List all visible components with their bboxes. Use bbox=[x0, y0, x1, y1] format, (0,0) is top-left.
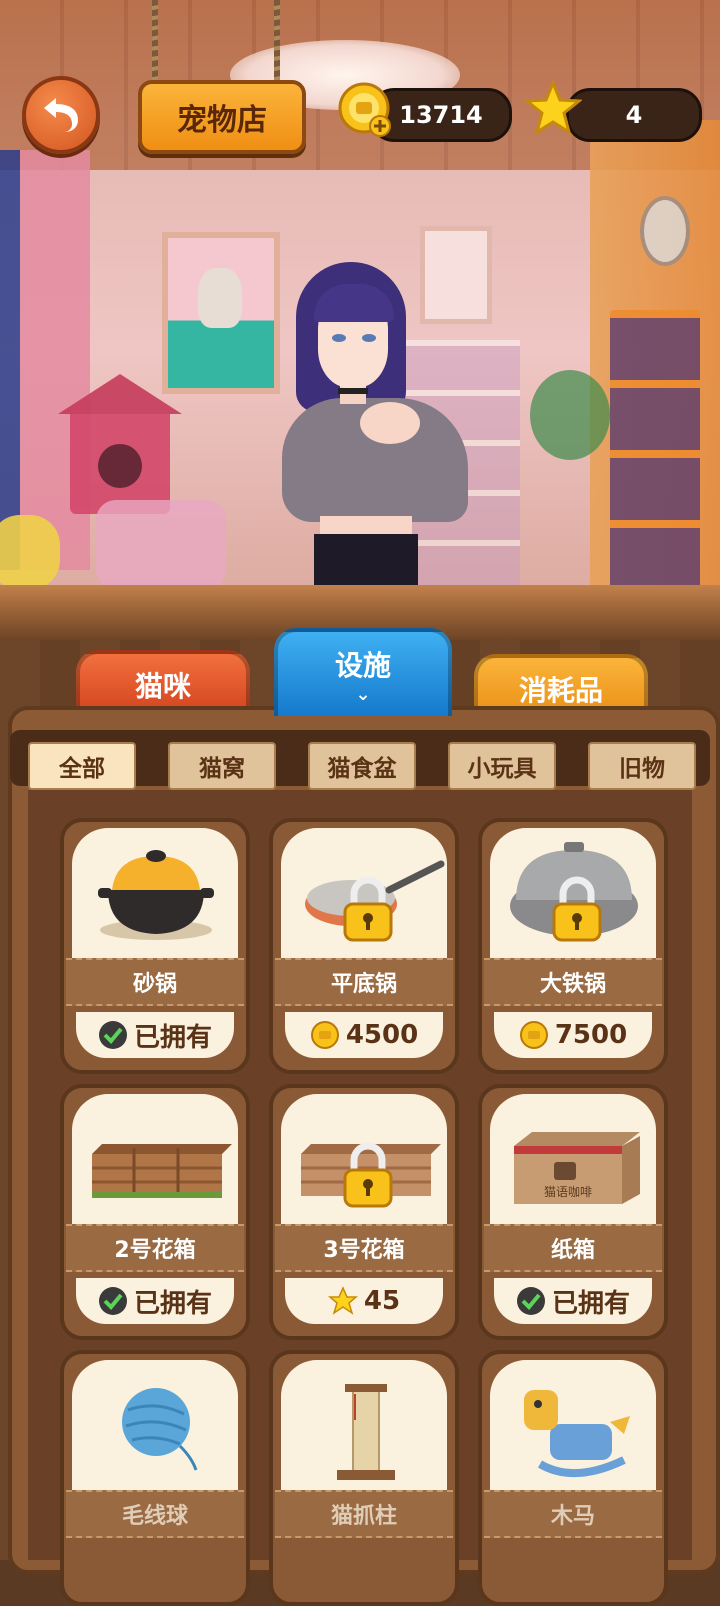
star-balance: 4 bbox=[566, 88, 702, 142]
coin-icon bbox=[310, 1021, 339, 1049]
item-card[interactable]: 大铁锅 7500 bbox=[478, 818, 668, 1074]
item-name: 纸箱 bbox=[484, 1224, 662, 1272]
item-name: 大铁锅 bbox=[484, 958, 662, 1006]
page-title: 宠物店 bbox=[138, 80, 306, 154]
wall-clock bbox=[640, 196, 690, 266]
back-button[interactable] bbox=[22, 76, 100, 154]
coin-icon bbox=[519, 1021, 548, 1049]
item-status: 已拥有 bbox=[551, 1288, 630, 1319]
lock-icon bbox=[343, 1142, 393, 1208]
check-icon bbox=[98, 1021, 127, 1049]
cat-tree bbox=[96, 500, 226, 590]
item-price: 4500 bbox=[345, 1020, 419, 1050]
item-price: 45 bbox=[363, 1286, 401, 1316]
item-card[interactable]: 砂锅 已拥有 bbox=[60, 818, 250, 1074]
subtab-cat-bed[interactable]: 猫窝 bbox=[168, 742, 276, 790]
planter-box-icon bbox=[92, 1144, 232, 1198]
item-status: 已拥有 bbox=[133, 1288, 212, 1319]
check-icon bbox=[516, 1287, 545, 1315]
potted-plant bbox=[530, 370, 610, 460]
coin-add-icon[interactable] bbox=[336, 82, 392, 138]
clay-pot-icon bbox=[98, 850, 214, 940]
star-icon bbox=[327, 1286, 358, 1315]
sign-rope bbox=[274, 0, 280, 84]
item-price: 7500 bbox=[554, 1020, 628, 1050]
item-card[interactable]: 猫抓柱 bbox=[269, 1350, 459, 1606]
lock-icon bbox=[552, 876, 602, 942]
item-name: 毛线球 bbox=[66, 1490, 244, 1538]
item-card[interactable]: 3号花箱 45 bbox=[269, 1084, 459, 1340]
tab-facilities[interactable]: 设施 ⌄ bbox=[274, 628, 452, 716]
item-card[interactable]: 木马 bbox=[478, 1350, 668, 1606]
shopkeeper-character bbox=[270, 262, 480, 592]
item-card[interactable]: 平底锅 4500 bbox=[269, 818, 459, 1074]
rocking-horse-icon bbox=[524, 1390, 630, 1477]
check-icon bbox=[98, 1287, 127, 1315]
cardboard-box-icon: 猫语咖啡 bbox=[514, 1132, 640, 1204]
subtab-all[interactable]: 全部 bbox=[28, 742, 136, 790]
item-name: 猫抓柱 bbox=[275, 1490, 453, 1538]
item-name: 3号花箱 bbox=[275, 1224, 453, 1272]
bookshelf bbox=[610, 310, 700, 590]
scratching-post-icon bbox=[337, 1384, 395, 1480]
back-arrow-icon bbox=[44, 98, 78, 132]
item-name: 平底锅 bbox=[275, 958, 453, 1006]
subtab-old-items[interactable]: 旧物 bbox=[588, 742, 696, 790]
sign-rope bbox=[152, 0, 158, 84]
cat-painting bbox=[162, 232, 280, 394]
chevron-down-icon: ⌄ bbox=[355, 684, 371, 705]
item-name: 2号花箱 bbox=[66, 1224, 244, 1272]
subtab-toys[interactable]: 小玩具 bbox=[448, 742, 556, 790]
item-card[interactable]: 2号花箱 已拥有 bbox=[60, 1084, 250, 1340]
item-card[interactable]: 猫语咖啡 纸箱 已拥有 bbox=[478, 1084, 668, 1340]
item-name: 砂锅 bbox=[66, 958, 244, 1006]
yarn-ball-icon bbox=[122, 1388, 198, 1471]
box-label: 猫语咖啡 bbox=[544, 1184, 592, 1199]
item-name: 木马 bbox=[484, 1490, 662, 1538]
item-status: 已拥有 bbox=[133, 1022, 212, 1053]
subtab-food-bowl[interactable]: 猫食盆 bbox=[308, 742, 416, 790]
tab-label: 猫咪 bbox=[134, 670, 191, 703]
star-icon bbox=[524, 80, 582, 136]
tab-label: 消耗品 bbox=[518, 674, 603, 707]
tab-label: 设施 bbox=[334, 649, 391, 682]
lock-icon bbox=[343, 876, 393, 942]
cat-house bbox=[58, 374, 182, 514]
cushion bbox=[0, 515, 60, 590]
item-card[interactable]: 毛线球 bbox=[60, 1350, 250, 1606]
